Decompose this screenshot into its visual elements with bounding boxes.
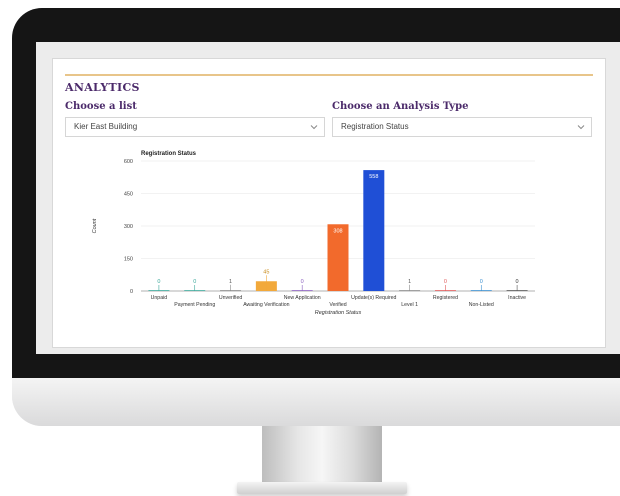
y-tick-label: 0 — [130, 289, 133, 295]
divider — [65, 74, 593, 76]
bar — [363, 170, 385, 291]
y-tick-label: 600 — [124, 159, 133, 165]
x-tick-label: Registered — [433, 295, 458, 301]
chevron-down-icon — [577, 125, 585, 130]
monitor: ANALYTICS Choose a list Kier East Buildi… — [12, 8, 620, 426]
chevron-down-icon — [310, 125, 318, 130]
x-tick-label: Payment Pending — [174, 302, 215, 308]
choose-list-label: Choose a list — [65, 101, 137, 112]
list-select[interactable]: Kier East Building — [65, 117, 325, 137]
bar-value-label: 1 — [408, 279, 411, 285]
choose-analysis-type-label: Choose an Analysis Type — [332, 101, 469, 112]
y-tick-label: 150 — [124, 257, 133, 263]
monitor-screen: ANALYTICS Choose a list Kier East Buildi… — [36, 42, 620, 354]
bar-value-label: 558 — [369, 174, 378, 180]
monitor-chin — [12, 378, 620, 426]
x-tick-label: Unpaid — [151, 295, 168, 301]
analytics-panel: ANALYTICS Choose a list Kier East Buildi… — [52, 58, 606, 348]
analytics-title: ANALYTICS — [65, 81, 140, 94]
bar-value-label: 0 — [480, 279, 483, 285]
x-tick-label: Non-Listed — [469, 302, 494, 308]
list-select-value: Kier East Building — [74, 122, 138, 131]
bar-value-label: 0 — [301, 279, 304, 285]
y-axis-label: Count — [92, 218, 98, 233]
bar-value-label: 45 — [263, 269, 269, 275]
x-tick-label: Unverified — [219, 295, 242, 301]
y-tick-label: 300 — [124, 224, 133, 230]
monitor-stand-neck — [262, 426, 382, 486]
bar-value-label: 0 — [193, 279, 196, 285]
bar-value-label: 0 — [516, 279, 519, 285]
y-tick-label: 450 — [124, 192, 133, 198]
x-tick-label: Inactive — [508, 295, 526, 301]
chart-title: Registration Status — [141, 151, 197, 157]
bar-value-label: 0 — [157, 279, 160, 285]
x-axis-label: Registration Status — [315, 310, 362, 316]
registration-status-chart: Registration Status0150300450600Count0Un… — [92, 151, 535, 316]
analysis-type-select-value: Registration Status — [341, 122, 409, 131]
monitor-stand-base — [237, 482, 407, 494]
analysis-type-select[interactable]: Registration Status — [332, 117, 592, 137]
bar-value-label: 1 — [229, 279, 232, 285]
bar-value-label: 308 — [333, 228, 342, 234]
monitor-bezel: ANALYTICS Choose a list Kier East Buildi… — [12, 8, 620, 378]
x-tick-label: Level 1 — [401, 302, 418, 308]
x-tick-label: Update(s) Required — [351, 295, 396, 301]
x-tick-label: Verified — [329, 302, 346, 308]
x-tick-label: Awaiting Verification — [243, 302, 289, 308]
x-tick-label: New Application — [284, 295, 321, 301]
bar-value-label: 0 — [444, 279, 447, 285]
